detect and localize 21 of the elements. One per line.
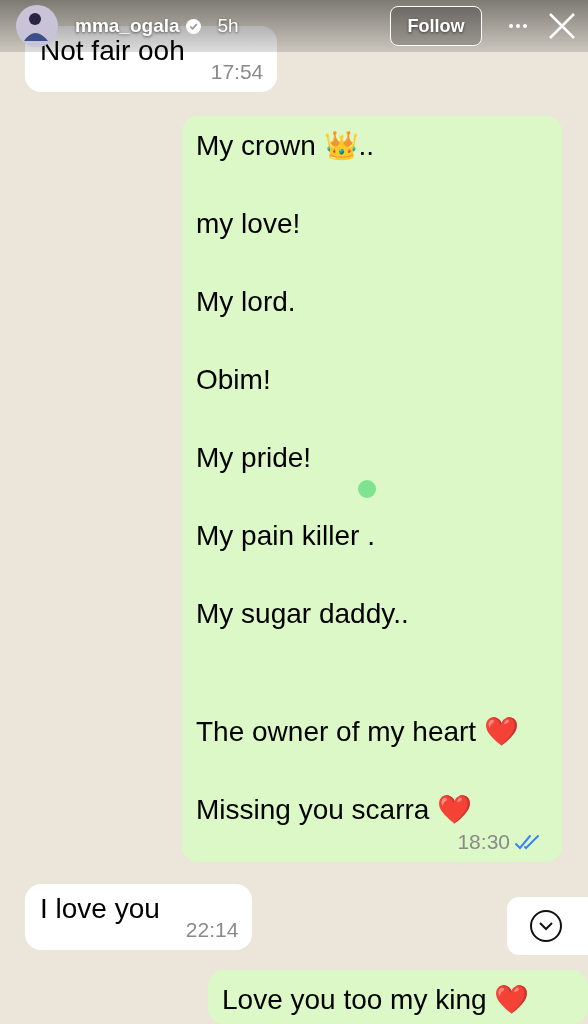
username[interactable]: mma_ogala <box>75 11 180 41</box>
message-text: Love you too my king ❤ <box>222 982 531 1017</box>
post-age: 5h <box>217 13 239 38</box>
close-icon[interactable] <box>548 12 576 40</box>
message-text: My sugar daddy.. <box>196 597 410 631</box>
message-text: Missing you scarra ❤ <box>196 793 474 827</box>
more-icon[interactable] <box>508 23 528 29</box>
message-text: The owner of my heart ❤ <box>196 715 520 749</box>
message-text: my love! <box>196 207 302 241</box>
message-text: My pride! <box>196 441 313 475</box>
message-text: My crown 👑.. <box>196 129 376 163</box>
message-time: 17:54 <box>210 59 264 85</box>
message-text: My lord. <box>196 285 297 319</box>
message-text: I love you <box>40 891 160 926</box>
message-text: Obim! <box>196 363 272 397</box>
message-time: 18:30 <box>457 829 510 855</box>
chevron-down-icon <box>529 909 563 943</box>
scroll-down-button[interactable] <box>507 897 588 955</box>
message-text: My pain killer . <box>196 519 376 553</box>
message-time: 22:14 <box>185 916 239 943</box>
follow-button[interactable]: Follow <box>390 6 482 46</box>
